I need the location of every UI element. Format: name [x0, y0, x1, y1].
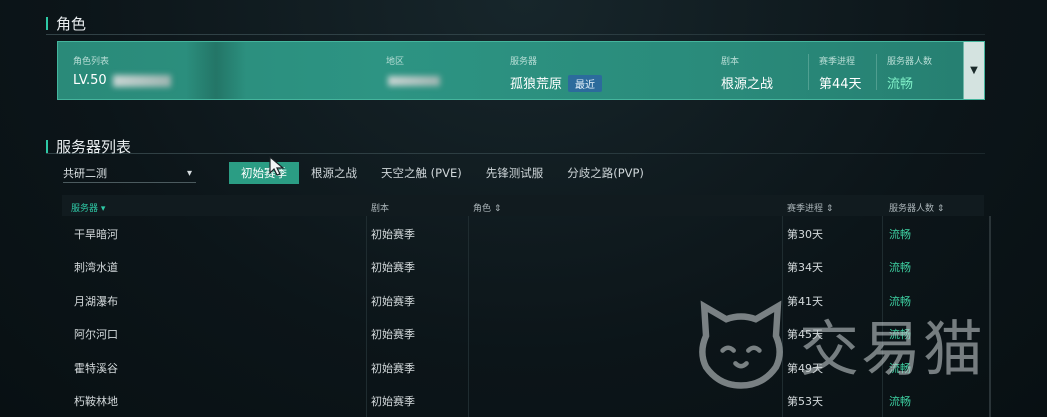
cell-server: 霍特溪谷	[74, 361, 118, 375]
server-value: 孤狼荒原	[510, 77, 563, 92]
header-population[interactable]: 服务器人数 ⇕	[889, 201, 944, 214]
title-accent-bar	[46, 140, 48, 153]
population-field: 服务器人数 流畅	[887, 54, 932, 92]
section-title-text: 角色	[56, 15, 87, 33]
table-scrollbar[interactable]	[989, 216, 991, 417]
column-divider	[782, 216, 783, 417]
region-value	[386, 73, 440, 88]
divider	[808, 54, 809, 90]
cell-season: 第34天	[787, 261, 823, 275]
card-decoration	[186, 42, 246, 99]
cell-population: 流畅	[889, 328, 911, 342]
title-accent-bar	[46, 17, 48, 30]
cell-season: 第53天	[787, 394, 823, 408]
tab-sky-touch-pve[interactable]: 天空之触 (PVE)	[369, 162, 474, 184]
season-field: 赛季进程 第44天	[819, 54, 862, 92]
divider	[876, 54, 877, 90]
cell-server: 朽鞍林地	[74, 394, 118, 408]
region-field: 地区	[386, 54, 440, 88]
cell-server: 刺湾水道	[74, 261, 118, 275]
cell-population: 流畅	[889, 261, 911, 275]
cell-server: 阿尔河口	[74, 328, 118, 342]
tab-initial-season[interactable]: 初始赛季	[229, 162, 299, 184]
header-script: 剧本	[371, 204, 390, 214]
column-divider	[468, 216, 469, 417]
table-row[interactable]: 霍特溪谷 初始赛季 第49天 流畅	[62, 350, 984, 383]
section-title-character: 角色	[46, 13, 86, 34]
cell-script: 初始赛季	[371, 261, 415, 275]
column-divider	[366, 216, 367, 417]
header-server[interactable]: 服务器 ▾	[71, 201, 105, 214]
cell-script: 初始赛季	[371, 228, 415, 241]
server-field: 服务器 孤狼荒原 最近	[510, 54, 603, 92]
table-row[interactable]: 阿尔河口 初始赛季 第45天 流畅	[62, 316, 984, 349]
character-card[interactable]: 角色列表 LV.50 地区 服务器 孤狼荒原 最近 剧本 根源之战 赛季进程 第4…	[57, 41, 985, 100]
tab-origin-war[interactable]: 根源之战	[299, 162, 369, 184]
cell-season: 第49天	[787, 361, 823, 375]
redacted-name	[112, 74, 171, 87]
divider	[46, 34, 985, 35]
cell-season: 第41天	[787, 294, 823, 308]
cell-script: 初始赛季	[371, 394, 415, 408]
header-season[interactable]: 赛季进程 ⇕	[787, 201, 833, 214]
column-divider	[882, 216, 883, 417]
season-value: 第44天	[819, 77, 862, 92]
server-label: 服务器	[510, 57, 538, 67]
region-select-value: 共研二测	[63, 167, 107, 180]
cell-population: 流畅	[889, 394, 911, 408]
cell-population: 流畅	[889, 361, 911, 375]
population-label: 服务器人数	[887, 57, 933, 67]
chevron-down-icon: ▼	[970, 65, 978, 76]
region-label: 地区	[386, 57, 405, 67]
role-list-label: 角色列表	[73, 57, 110, 67]
cell-season: 第45天	[787, 328, 823, 342]
season-label: 赛季进程	[819, 57, 856, 67]
expand-button[interactable]: ▼	[963, 42, 984, 99]
tab-divergence-pvp[interactable]: 分歧之路(PVP)	[555, 162, 656, 184]
cell-population: 流畅	[889, 228, 911, 241]
cell-script: 初始赛季	[371, 361, 415, 375]
script-tabs: 初始赛季 根源之战 天空之触 (PVE) 先锋测试服 分歧之路(PVP)	[229, 162, 656, 184]
script-field: 剧本 根源之战	[721, 54, 773, 92]
cell-server: 干旱暗河	[74, 228, 118, 241]
cell-script: 初始赛季	[371, 328, 415, 342]
cell-population: 流畅	[889, 294, 911, 308]
cell-season: 第30天	[787, 228, 823, 241]
table-header: 服务器 ▾ 剧本 角色 ⇕ 赛季进程 ⇕ 服务器人数 ⇕	[62, 195, 984, 216]
server-table: 服务器 ▾ 剧本 角色 ⇕ 赛季进程 ⇕ 服务器人数 ⇕ 干旱暗河 初始赛季 第…	[62, 195, 984, 416]
table-row[interactable]: 干旱暗河 初始赛季 第30天 流畅	[62, 216, 984, 249]
character-level: LV.50	[73, 73, 171, 88]
script-value: 根源之战	[721, 77, 774, 92]
population-value: 流畅	[887, 77, 914, 92]
tab-vanguard-test[interactable]: 先锋测试服	[474, 162, 556, 184]
recent-badge: 最近	[568, 75, 603, 92]
table-row[interactable]: 月湖瀑布 初始赛季 第41天 流畅	[62, 283, 984, 316]
redacted-region	[388, 75, 440, 86]
table-row[interactable]: 朽鞍林地 初始赛季 第53天 流畅	[62, 383, 984, 416]
role-list-field: 角色列表 LV.50	[73, 54, 171, 88]
divider	[46, 153, 985, 154]
header-role[interactable]: 角色 ⇕	[473, 201, 501, 214]
chevron-down-icon: ▾	[186, 167, 192, 179]
table-row[interactable]: 刺湾水道 初始赛季 第34天 流畅	[62, 249, 984, 282]
script-label: 剧本	[721, 57, 740, 67]
region-select[interactable]: 共研二测 ▾	[63, 164, 196, 183]
cell-script: 初始赛季	[371, 294, 415, 308]
cursor-icon	[269, 155, 285, 176]
cell-server: 月湖瀑布	[74, 294, 118, 308]
